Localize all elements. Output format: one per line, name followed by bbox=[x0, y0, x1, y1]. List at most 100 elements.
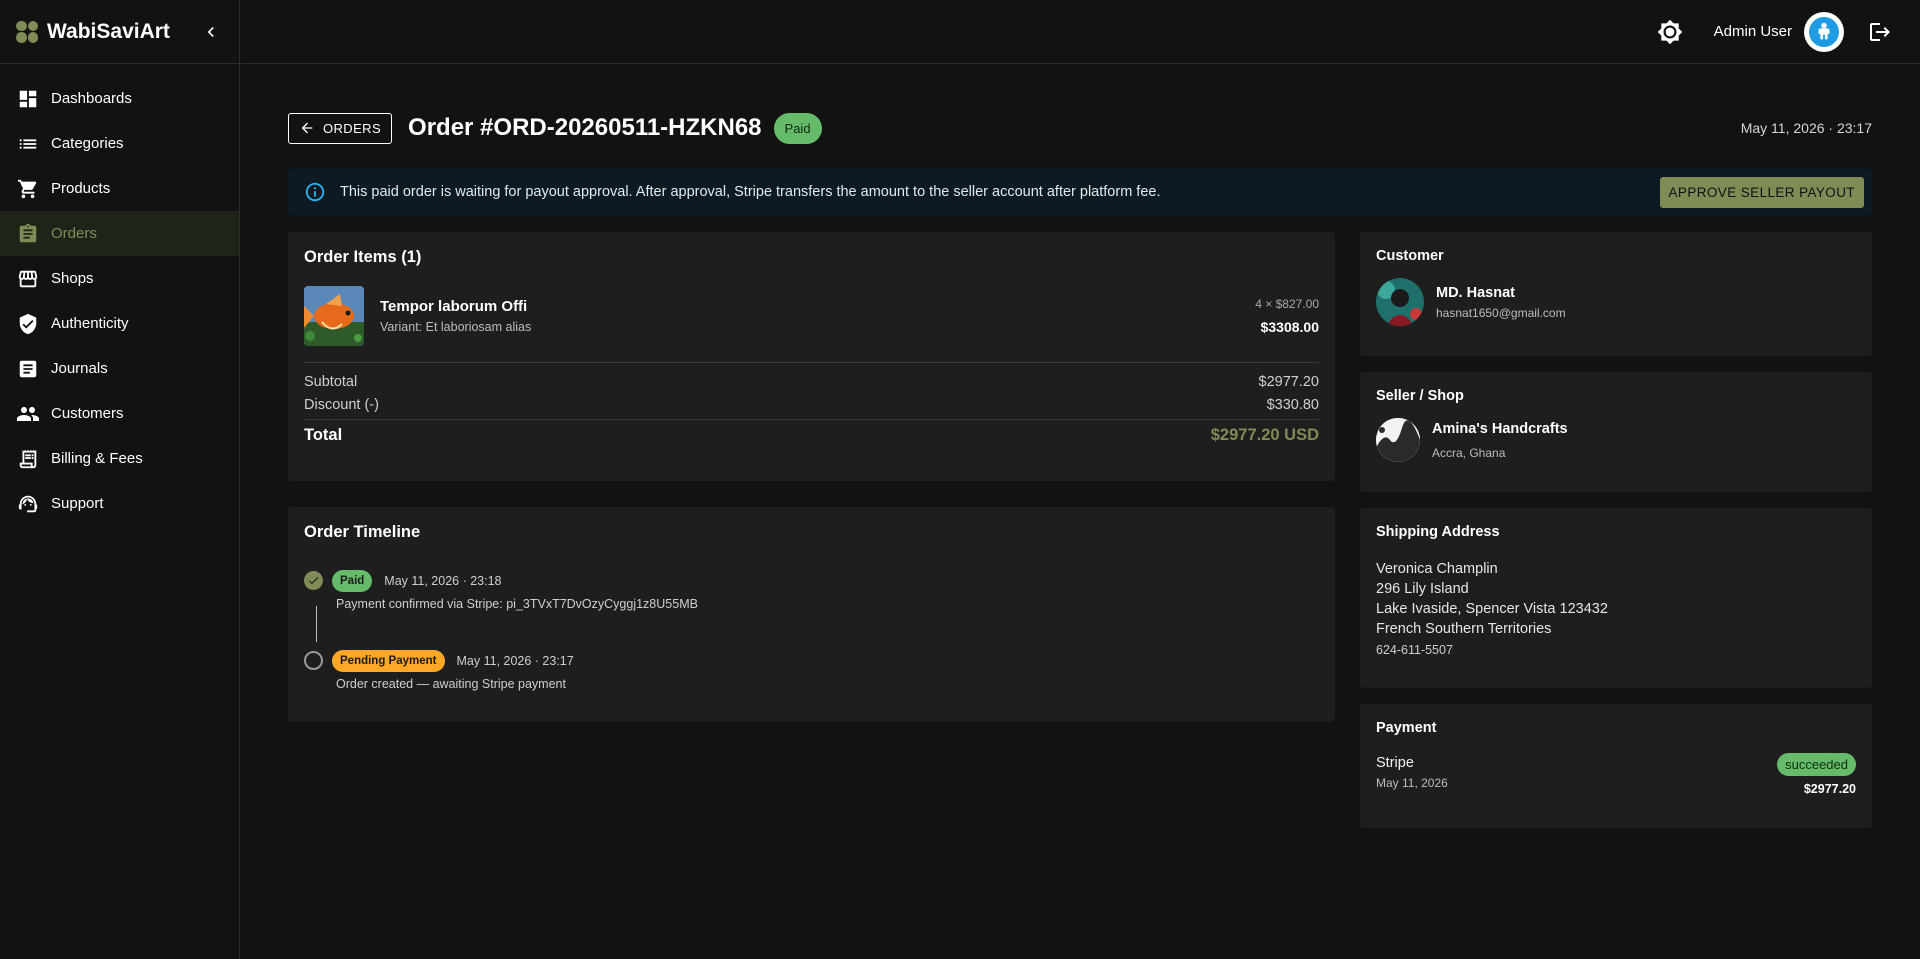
timeline-date: May 11, 2026 · 23:17 bbox=[456, 654, 574, 668]
payment-amount: $2977.20 bbox=[1803, 782, 1856, 796]
arrow-left-icon bbox=[299, 120, 315, 136]
product-thumbnail bbox=[304, 286, 364, 346]
sidebar-item-journals[interactable]: Journals bbox=[0, 346, 239, 391]
discount-row: Discount (-) $330.80 bbox=[304, 397, 1319, 413]
empty-circle-icon bbox=[304, 651, 323, 670]
list-icon bbox=[16, 132, 40, 156]
shipping-address-card: Shipping Address Veronica Champlin 296 L… bbox=[1360, 508, 1872, 688]
payment-title: Payment bbox=[1376, 720, 1437, 736]
customer-title: Customer bbox=[1376, 248, 1444, 264]
item-quantity-price: 4 × $827.00 bbox=[1255, 297, 1319, 311]
payment-row: Stripe May 11, 2026 succeeded $2977.20 bbox=[1376, 753, 1856, 796]
total-value: $2977.20 USD bbox=[1210, 426, 1319, 444]
sidebar-item-customers[interactable]: Customers bbox=[0, 391, 239, 436]
customer-card: Customer MD. Hasnat hasnat1650@gmail.com bbox=[1360, 232, 1872, 356]
logout-button[interactable] bbox=[1866, 18, 1894, 46]
chevron-left-icon bbox=[207, 26, 214, 37]
sidebar-nav: Dashboards Categories Products Orders Sh… bbox=[0, 64, 239, 526]
timeline-event: Paid May 11, 2026 · 23:18 Payment confir… bbox=[304, 570, 1319, 611]
dashboard-icon bbox=[16, 87, 40, 111]
payment-status-info: succeeded $2977.20 bbox=[1777, 753, 1856, 796]
receipt-icon bbox=[16, 447, 40, 471]
seller-details: Amina's Handcrafts Accra, Ghana bbox=[1432, 421, 1568, 460]
item-line-total: $3308.00 bbox=[1260, 319, 1319, 335]
brand-header: WabiSaviArt bbox=[0, 0, 239, 64]
customer-email: hasnat1650@gmail.com bbox=[1436, 305, 1566, 320]
sidebar-item-shops[interactable]: Shops bbox=[0, 256, 239, 301]
sidebar-item-support[interactable]: Support bbox=[0, 481, 239, 526]
check-circle-icon bbox=[304, 571, 323, 590]
user-avatar-icon bbox=[1809, 16, 1839, 47]
article-icon bbox=[16, 357, 40, 381]
timeline-description: Order created — awaiting Stripe payment bbox=[336, 677, 566, 691]
sidebar-item-products[interactable]: Products bbox=[0, 166, 239, 211]
sidebar-item-billing-fees[interactable]: Billing & Fees bbox=[0, 436, 239, 481]
shield-check-icon bbox=[16, 312, 40, 336]
subtotal-label: Subtotal bbox=[304, 374, 358, 390]
brand-logo-icon bbox=[16, 20, 38, 43]
payment-card: Payment Stripe May 11, 2026 succeeded $2… bbox=[1360, 704, 1872, 828]
seller-info: Amina's Handcrafts Accra, Ghana bbox=[1376, 418, 1856, 462]
sidebar-item-label: Orders bbox=[51, 225, 97, 242]
collapse-sidebar-button[interactable] bbox=[199, 20, 223, 44]
timeline-connector bbox=[316, 606, 317, 642]
customer-info: MD. Hasnat hasnat1650@gmail.com bbox=[1376, 278, 1856, 326]
order-date: May 11, 2026 · 23:17 bbox=[1740, 120, 1872, 136]
shop-avatar[interactable] bbox=[1376, 418, 1420, 462]
timeline-status-badge: Pending Payment bbox=[332, 650, 445, 672]
support-agent-icon bbox=[16, 492, 40, 516]
back-to-orders-button[interactable]: ORDERS bbox=[288, 112, 393, 144]
sidebar-item-orders[interactable]: Orders bbox=[0, 211, 239, 256]
store-icon bbox=[16, 267, 40, 291]
subtotal-value: $2977.20 bbox=[1258, 374, 1319, 390]
customer-details: MD. Hasnat hasnat1650@gmail.com bbox=[1436, 285, 1566, 320]
sidebar-item-label: Customers bbox=[51, 405, 124, 422]
order-timeline-title: Order Timeline bbox=[304, 523, 421, 541]
user-avatar[interactable] bbox=[1804, 11, 1844, 52]
discount-label: Discount (-) bbox=[304, 397, 379, 413]
status-badge: Paid bbox=[773, 112, 822, 144]
address-line: Veronica Champlin bbox=[1376, 561, 1498, 577]
item-name: Tempor laborum Offi bbox=[380, 298, 528, 315]
sidebar-item-label: Categories bbox=[51, 135, 124, 152]
sidebar-item-label: Billing & Fees bbox=[51, 450, 143, 467]
shop-name: Amina's Handcrafts bbox=[1432, 420, 1568, 437]
sidebar-item-authenticity[interactable]: Authenticity bbox=[0, 301, 239, 346]
timeline-description: Payment confirmed via Stripe: pi_3TVxT7D… bbox=[336, 597, 698, 611]
list-item[interactable]: Tempor laborum Offi Variant: Et laborios… bbox=[304, 286, 1319, 346]
theme-toggle-button[interactable] bbox=[1656, 18, 1684, 46]
cart-icon bbox=[16, 177, 40, 201]
payment-method-info: Stripe May 11, 2026 bbox=[1376, 753, 1448, 796]
sidebar: WabiSaviArt Dashboards Categories Produc… bbox=[0, 0, 240, 959]
timeline-date: May 11, 2026 · 23:18 bbox=[384, 574, 502, 588]
sidebar-item-label: Products bbox=[51, 180, 111, 197]
total-row: Total $2977.20 USD bbox=[304, 419, 1319, 445]
sidebar-item-dashboards[interactable]: Dashboards bbox=[0, 76, 239, 121]
info-icon bbox=[305, 182, 325, 202]
clipboard-icon bbox=[16, 222, 40, 246]
sidebar-item-label: Authenticity bbox=[51, 315, 129, 332]
sidebar-item-label: Journals bbox=[51, 360, 108, 377]
customer-avatar[interactable] bbox=[1376, 278, 1424, 326]
seller-shop-card: Seller / Shop Amina's Handcrafts Accra, … bbox=[1360, 372, 1872, 492]
brightness-icon bbox=[1657, 19, 1682, 44]
shipping-title: Shipping Address bbox=[1376, 524, 1500, 540]
item-prices: 4 × $827.00 $3308.00 bbox=[1255, 297, 1319, 335]
approve-seller-payout-button[interactable]: APPROVE SELLER PAYOUT bbox=[1659, 176, 1864, 208]
logout-icon bbox=[1870, 22, 1890, 41]
brand-name: WabiSaviArt bbox=[47, 19, 170, 43]
sidebar-item-categories[interactable]: Categories bbox=[0, 121, 239, 166]
page-title: Order #ORD-20260511-HZKN68 bbox=[408, 114, 762, 141]
payment-method: Stripe bbox=[1376, 755, 1414, 771]
shop-location: Accra, Ghana bbox=[1432, 445, 1506, 460]
timeline: Paid May 11, 2026 · 23:18 Payment confir… bbox=[304, 570, 1319, 691]
banner-message: This paid order is waiting for payout ap… bbox=[340, 184, 1161, 200]
sidebar-item-label: Dashboards bbox=[51, 90, 132, 107]
shipping-phone: 624-611-5507 bbox=[1376, 643, 1453, 657]
subtotal-row: Subtotal $2977.20 bbox=[304, 374, 1319, 390]
shipping-address: Veronica Champlin 296 Lily Island Lake I… bbox=[1376, 559, 1856, 639]
people-icon bbox=[16, 402, 40, 426]
order-timeline-card: Order Timeline Paid May 11, 2026 · 23:18… bbox=[288, 507, 1335, 722]
total-label: Total bbox=[304, 426, 343, 444]
payout-info-banner: This paid order is waiting for payout ap… bbox=[288, 168, 1872, 216]
